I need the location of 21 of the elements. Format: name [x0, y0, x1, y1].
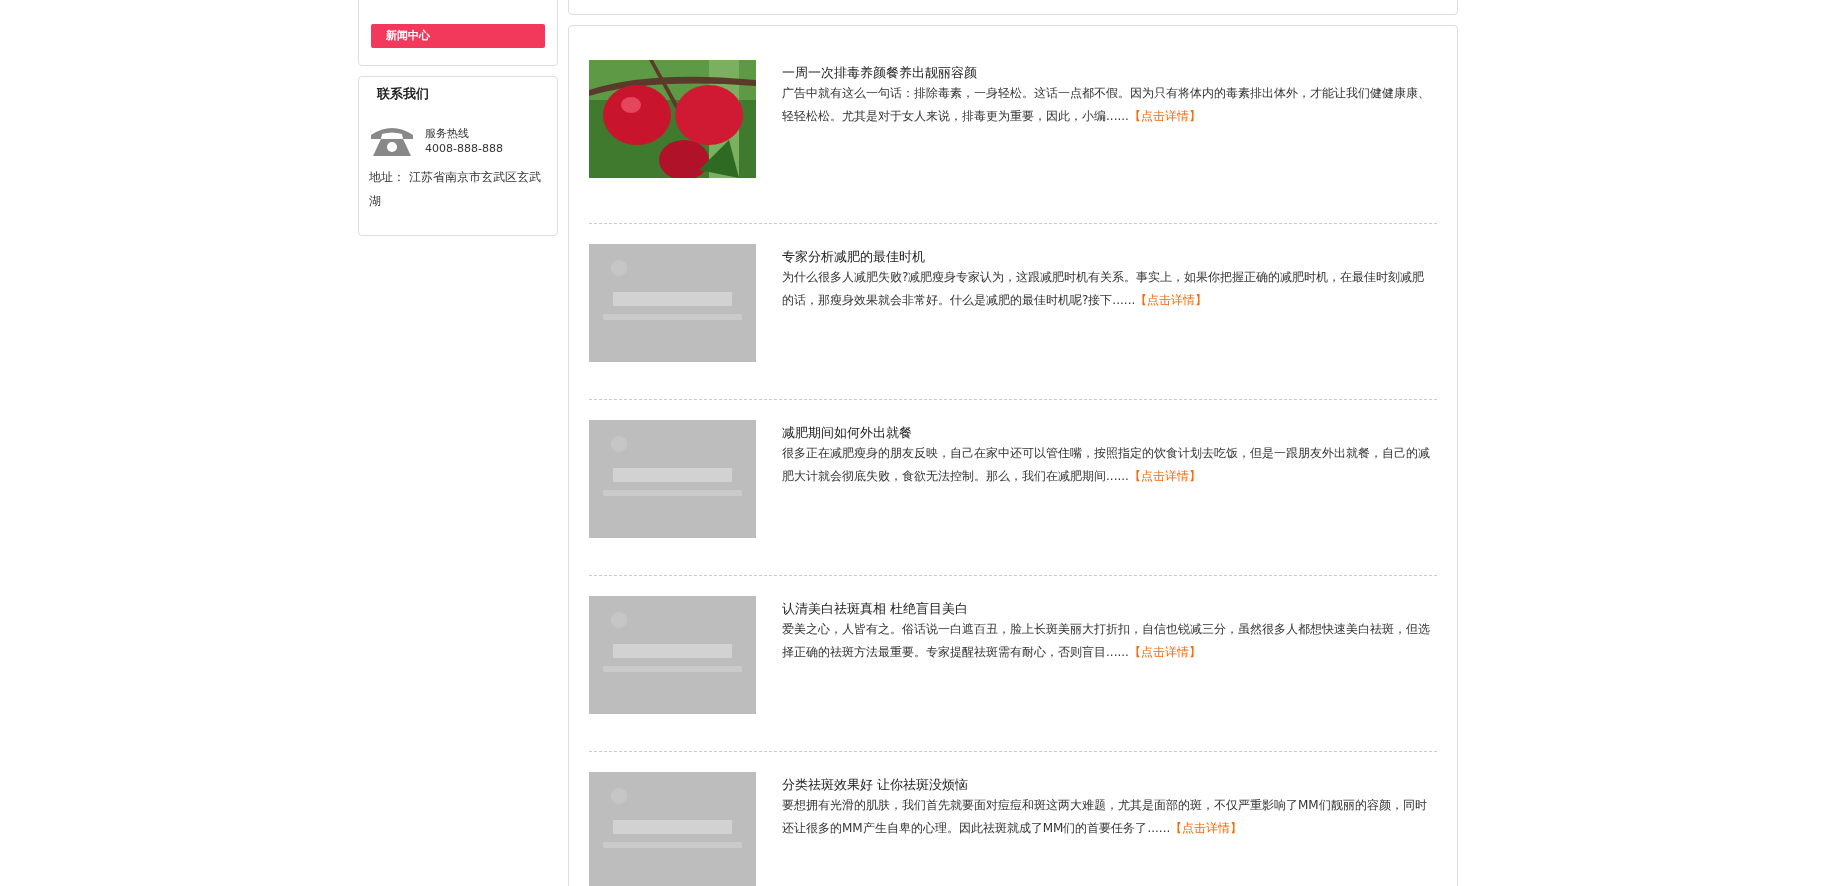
details-link[interactable]: 【点击详情】	[1170, 821, 1243, 835]
nav-item[interactable]: 新闻中心	[371, 24, 545, 48]
article-summary: 要想拥有光滑的肌肤，我们首先就要面对痘痘和斑这两大难题，尤其是面部的斑，不仅严重影响了MM们靓丽的容颜，同时还让很多的MM产生自卑的心理。因此祛斑就成了MM们的首要任务了......【点击详情】	[782, 797, 1428, 837]
article-title[interactable]: 减肥期间如何外出就餐	[782, 424, 1431, 442]
article-title[interactable]: 一周一次排毒养颜餐养出靓丽容颜	[782, 64, 1431, 82]
address-text: 地址： 江苏省南京市玄武区玄武湖	[369, 169, 542, 210]
hotline-number: 4008-888-888	[425, 141, 503, 156]
card-title: 联系我们	[377, 86, 429, 103]
article-title[interactable]: 分类祛斑效果好 让你祛斑没烦恼	[782, 776, 1431, 794]
article-summary: 很多正在减肥瘦身的朋友反映，自己在家中还可以管住嘴，按照指定的饮食计划去吃饭，但是一跟朋友外出就餐，自己的减肥大计就会彻底失败，食欲无法控制。那么，我们在减肥期间......【点击详情】	[782, 445, 1431, 485]
article-summary: 广告中就有这么一句话：排除毒素，一身轻松。这话一点都不假。因为只有将体内的毒素排出体外，才能让我们健健康康、轻轻松松。尤其是对于女人来说，排毒更为重要，因此，小编......【点击详情】	[782, 85, 1431, 125]
details-link[interactable]: 【点击详情】	[1135, 293, 1208, 307]
article-title[interactable]: 认清美白祛斑真相 杜绝盲目美白	[782, 600, 1431, 618]
details-link[interactable]: 【点击详情】	[1128, 469, 1201, 483]
details-link[interactable]: 【点击详情】	[1128, 645, 1201, 659]
article-title[interactable]: 专家分析减肥的最佳时机	[782, 248, 1431, 266]
details-link[interactable]: 【点击详情】	[1128, 109, 1201, 123]
article-summary: 爱美之心，人皆有之。俗话说一白遮百丑，脸上长斑美丽大打折扣，自信也锐减三分，虽然很多人都想快速美白祛斑，但选择正确的祛斑方法最重要。专家提醒祛斑需有耐心，否则盲目......【点击详情】	[782, 621, 1431, 661]
telephone-icon	[369, 125, 415, 157]
article-summary: 为什么很多人减肥失败?减肥瘦身专家认为，这跟减肥时机有关系。事实上，如果你把握正确的减肥时机，在最佳时刻减肥的话，那瘦身效果就会非常好。什么是减肥的最佳时机呢?接下......【点击详情】	[782, 269, 1426, 309]
hotline-label: 服务热线	[425, 126, 470, 141]
